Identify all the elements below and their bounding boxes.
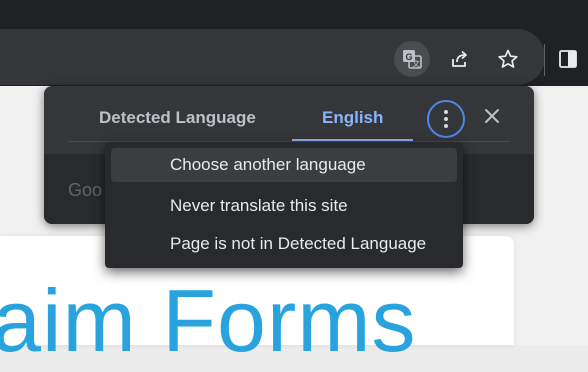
more-vert-icon bbox=[444, 110, 448, 114]
share-icon bbox=[452, 50, 467, 67]
translate-icon: G 文 bbox=[403, 50, 422, 69]
bookmark-button[interactable] bbox=[490, 41, 526, 77]
share-button[interactable] bbox=[442, 41, 478, 77]
more-options-button[interactable] bbox=[427, 100, 465, 138]
more-vert-icon-dot bbox=[444, 124, 448, 128]
google-branding-text: Goo bbox=[68, 180, 103, 200]
side-panel-button[interactable] bbox=[550, 41, 586, 77]
menu-item-choose-language[interactable]: Choose another language bbox=[111, 148, 457, 182]
toolbar-divider bbox=[544, 44, 545, 76]
close-icon bbox=[485, 109, 499, 123]
translate-button[interactable]: G 文 bbox=[394, 41, 430, 77]
close-button[interactable] bbox=[482, 106, 502, 126]
browser-toolbar: G 文 bbox=[0, 0, 588, 86]
menu-item-not-detected-language[interactable]: Page is not in Detected Language bbox=[111, 227, 457, 261]
tab-english[interactable]: English bbox=[322, 108, 383, 128]
bookmark-star-icon bbox=[498, 49, 518, 68]
menu-item-never-translate[interactable]: Never translate this site bbox=[111, 189, 457, 223]
selected-tab-indicator bbox=[292, 139, 413, 141]
page-heading: aim Forms bbox=[0, 271, 417, 370]
svg-text:文: 文 bbox=[412, 59, 420, 69]
side-panel-icon bbox=[559, 50, 577, 68]
translate-options-menu: Choose another language Never translate … bbox=[105, 142, 463, 268]
more-vert-icon-dot bbox=[444, 117, 448, 121]
tab-detected-language[interactable]: Detected Language bbox=[99, 108, 256, 128]
